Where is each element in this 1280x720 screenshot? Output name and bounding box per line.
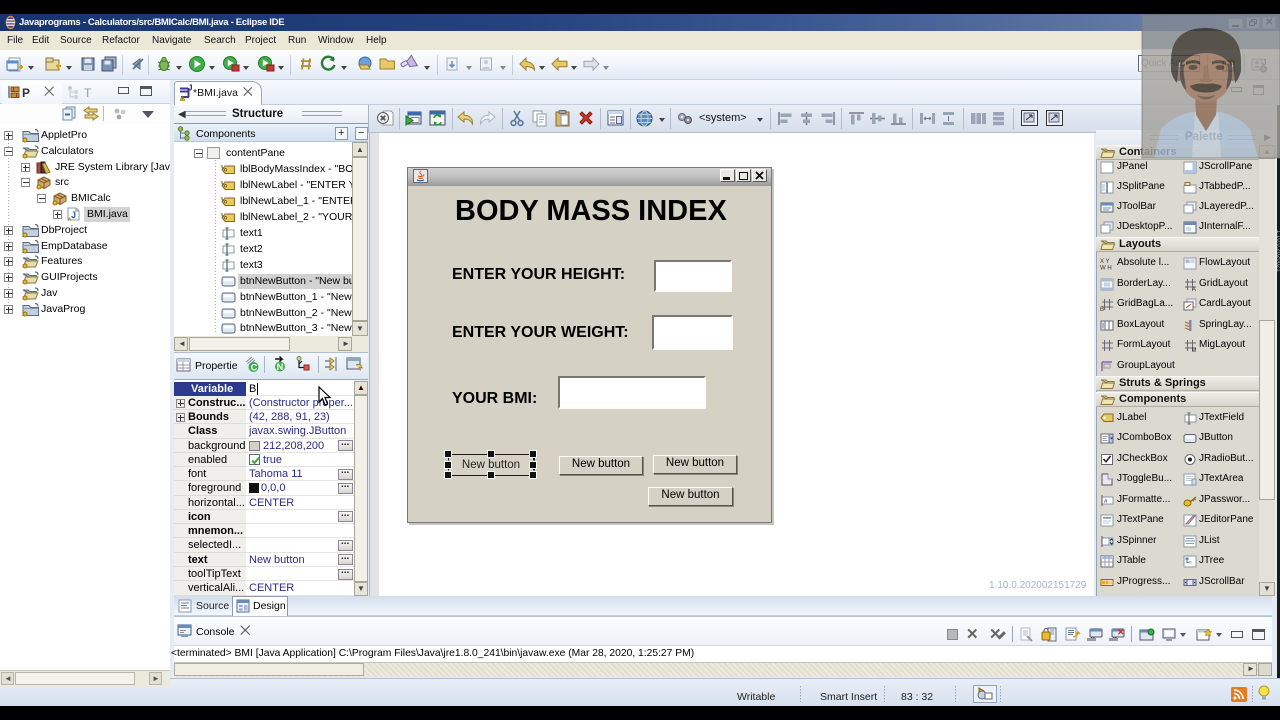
- svg-text:J: J: [188, 84, 192, 93]
- svg-text:W H: W H: [1100, 266, 1112, 272]
- svg-text:!: !: [182, 96, 183, 101]
- svg-text:C: C: [251, 363, 258, 373]
- svg-text:A: A: [1192, 287, 1196, 293]
- svg-text:B: B: [1100, 307, 1104, 313]
- svg-text:J: J: [71, 210, 76, 220]
- svg-text:N: N: [277, 362, 284, 372]
- svg-text:M: M: [1192, 348, 1197, 354]
- svg-text:#: #: [1104, 498, 1108, 505]
- svg-text:X Y: X Y: [1100, 259, 1110, 265]
